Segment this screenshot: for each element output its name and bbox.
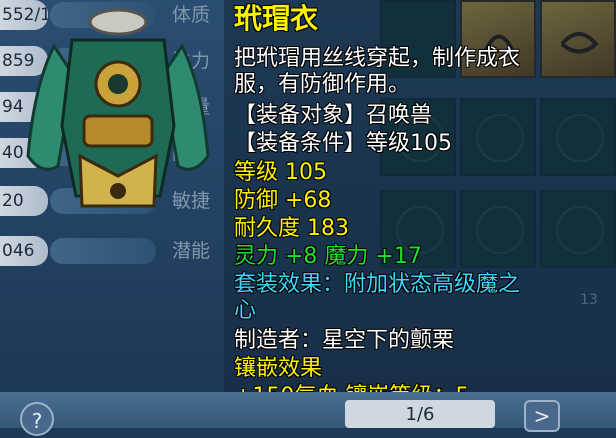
item-defense: 防御 +68 [234,188,332,213]
stat-label: 潜能 [172,240,211,262]
item-level: 等级 105 [234,160,327,185]
item-description-line2: 服，有防御作用。 [234,72,411,97]
chevron-right-icon: > [533,404,551,428]
item-name: 玳瑁衣 [234,2,319,35]
equip-condition: 【装备条件】等级105 [234,131,452,156]
maker: 制造者：星空下的颤栗 [234,328,455,353]
armor-icon[interactable] [14,6,222,226]
item-durability: 耐久度 183 [234,216,349,241]
inlay-title: 镶嵌效果 [234,356,323,381]
stat-value: 046 [0,236,48,266]
item-description-line1: 把玳瑁用丝线穿起，制作成衣 [234,46,521,71]
page-indicator: 1/6 [345,400,495,428]
equip-target: 【装备对象】召唤兽 [234,103,433,128]
bonus-attributes: 灵力 +8 魔力 +17 [234,244,422,269]
set-effect-line2: 心 [234,298,257,323]
stat-pill[interactable] [50,238,156,264]
help-button[interactable]: ? [20,402,54,436]
next-page-button[interactable]: > [524,400,560,432]
help-icon: ? [31,409,43,433]
stat-row-potential: 046 [0,236,160,266]
set-effect-line1: 套装效果：附加状态高级魔之 [234,272,521,297]
